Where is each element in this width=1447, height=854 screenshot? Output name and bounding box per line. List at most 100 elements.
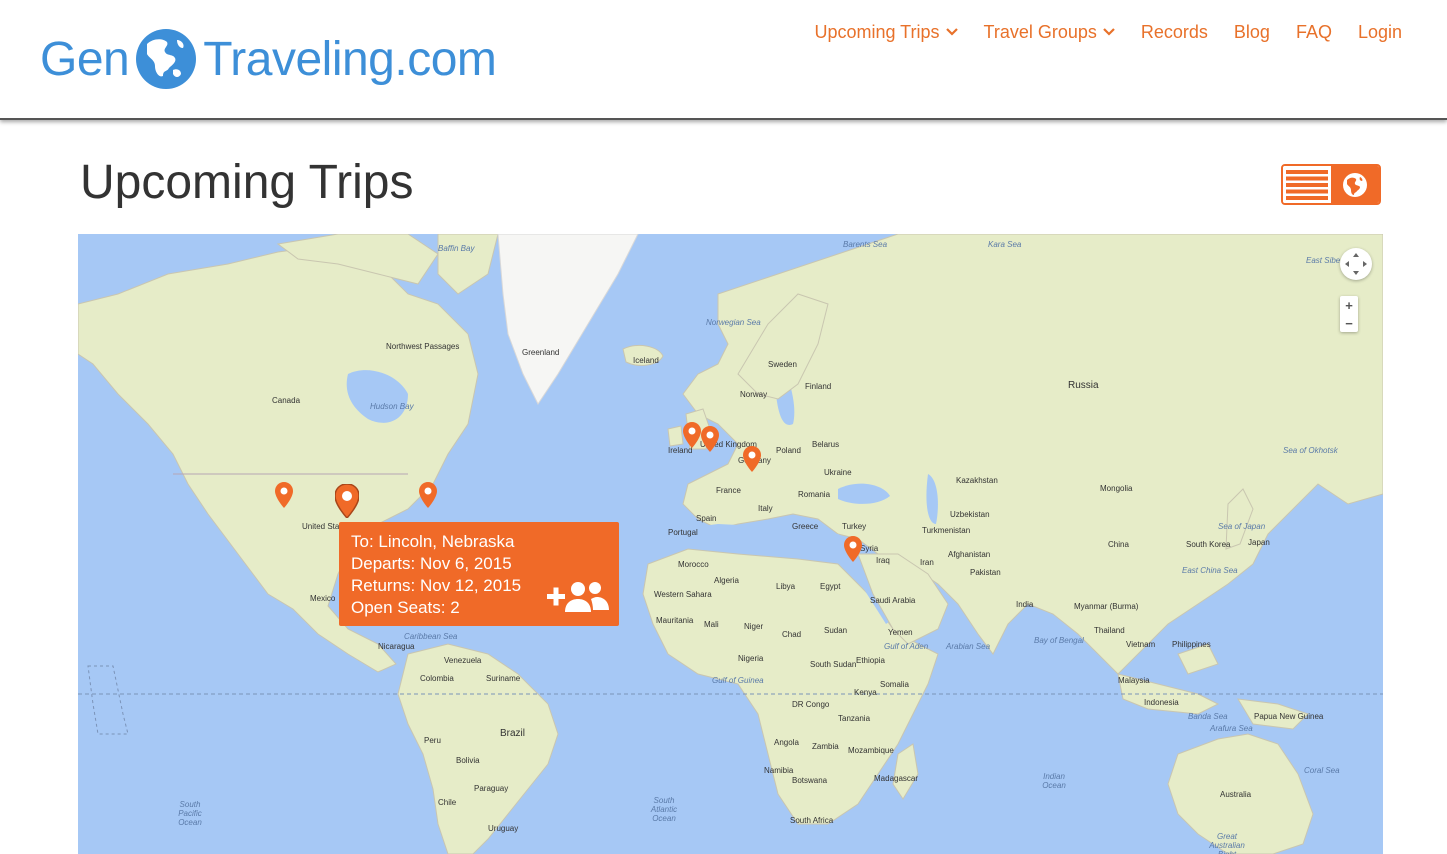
map-label: Western Sahara [654,590,712,599]
pin-germany[interactable] [743,446,761,472]
map-label: Gulf of Aden [884,642,929,651]
globe-icon [1343,172,1367,197]
map-label: South Pacific Ocean [178,800,202,827]
nav-label: Records [1140,21,1208,42]
pin-england[interactable] [701,426,719,452]
pin-ireland[interactable] [683,422,701,448]
map-label: Mauritania [656,616,694,625]
map-label: Arabian Sea [946,642,991,651]
map-label: Tanzania [838,714,871,723]
map-label: Thailand [1094,626,1125,635]
pin-new-york[interactable] [419,482,437,508]
map-label: Barents Sea [843,240,888,249]
nav-label: Blog [1233,21,1270,42]
nav-label: Travel Groups [983,21,1097,42]
nav-login[interactable]: Login [1345,20,1415,44]
site-logo[interactable]: Gen Traveling.com [40,24,497,94]
map-label: Niger [744,622,764,631]
map-label: Suriname [486,674,521,683]
map-label: Greece [792,522,819,531]
trips-map[interactable]: Baffin Bay Barents Sea Kara Sea East Sib… [78,234,1383,854]
map-label: Iraq [876,556,890,565]
map-label: Norwegian Sea [706,318,761,327]
pan-control[interactable] [1340,248,1372,280]
map-label: Sweden [768,360,797,369]
map-label: Brazil [500,728,526,739]
map-label: Chad [782,630,802,639]
map-label: Canada [272,396,301,405]
nav-upcoming-trips[interactable]: Upcoming Trips [801,20,970,44]
map-label: Kenya [854,688,877,697]
map-label: Libya [776,582,796,591]
trip-departs: Departs: Nov 6, 2015 [351,554,512,573]
map-label: Bolivia [456,756,480,765]
map-label: Russia [1068,380,1099,391]
nav-blog[interactable]: Blog [1221,20,1283,44]
map-label: Madagascar [874,774,919,783]
map-label: Philippines [1172,640,1211,649]
map-label: Uzbekistan [950,510,990,519]
map-label: South Sudan [810,660,857,669]
map-label: Nicaragua [378,642,415,651]
map-label: Mozambique [848,746,894,755]
page-title: Upcoming Trips [80,156,414,209]
map-label: South Korea [1186,540,1231,549]
map-label: Greenland [522,348,560,357]
pan-icon [1345,253,1367,275]
view-toggle [1281,164,1381,205]
chevron-down-icon [945,28,958,36]
logo-text-right: Traveling.com [203,32,497,86]
map-label: Botswana [792,776,828,785]
zoom-out-button[interactable]: − [1340,314,1358,332]
map-label: Syria [860,544,879,553]
map-label: France [716,486,741,495]
map-label: Mexico [310,594,336,603]
map-label: Somalia [880,680,909,689]
map-label: DR Congo [792,700,830,709]
map-label: Algeria [714,576,739,585]
map-label: Northwest Passages [386,342,460,351]
map-view-button[interactable] [1331,166,1379,203]
map-label: Indian Ocean [1042,772,1066,790]
map-label: Uruguay [488,824,519,833]
list-view-button[interactable] [1283,166,1331,203]
nav-travel-groups[interactable]: Travel Groups [971,20,1128,44]
nav-records[interactable]: Records [1128,20,1221,44]
map-label: Norway [740,390,768,399]
map-label: Saudi Arabia [870,596,916,605]
map-label: Sea of Japan [1218,522,1266,531]
nav-faq[interactable]: FAQ [1283,20,1345,44]
pin-wyoming[interactable] [275,482,293,508]
map-label: Spain [696,514,717,523]
add-group-icon[interactable] [547,580,609,614]
map-label: Bay of Bengal [1034,636,1084,645]
map-label: South Africa [790,816,834,825]
trip-infobox[interactable]: To: Lincoln, Nebraska Departs: Nov 6, 20… [339,522,619,626]
map-label: Pakistan [970,568,1001,577]
map-label: Sudan [824,626,848,635]
map-label: Kara Sea [988,240,1022,249]
map-label: Gulf of Guinea [712,676,764,685]
map-label: South Atlantic Ocean [650,796,678,823]
map-label: Nigeria [738,654,764,663]
map-label: Iceland [633,356,659,365]
map-label: Angola [774,738,799,747]
map-label: Chile [438,798,457,807]
map-label: Italy [758,504,773,513]
map-label: Portugal [668,528,698,537]
map-label: Coral Sea [1304,766,1340,775]
map-label: Namibia [764,766,794,775]
map-label: Ethiopia [856,656,885,665]
pin-lincoln-nebraska[interactable] [335,484,359,518]
map-label: Yemen [888,628,913,637]
map-label: Zambia [812,742,839,751]
pin-israel[interactable] [844,536,862,562]
zoom-in-button[interactable]: + [1340,296,1358,314]
map-label: Indonesia [1144,698,1179,707]
zoom-controls: + − [1340,296,1358,332]
map-label: Caribbean Sea [404,632,458,641]
map-label: Mongolia [1100,484,1133,493]
map-label: Peru [424,736,441,745]
nav-label: Upcoming Trips [814,21,940,42]
map-label: Myanmar (Burma) [1074,602,1139,611]
